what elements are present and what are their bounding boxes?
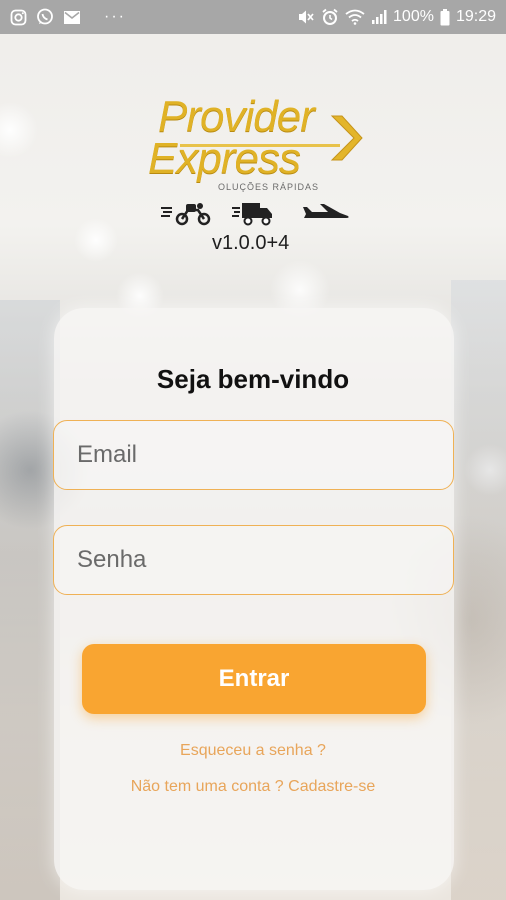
- battery-icon: [440, 8, 450, 26]
- truck-icon: [232, 200, 274, 231]
- forgot-password-link[interactable]: Esqueceu a senha ?: [0, 742, 506, 760]
- logo-chevron-icon: [330, 114, 364, 171]
- email-field[interactable]: [53, 420, 454, 490]
- mail-icon: [63, 10, 81, 25]
- email-input[interactable]: [77, 441, 453, 469]
- status-bar: ··· 100% 19:29: [0, 0, 506, 34]
- signal-icon: [371, 9, 387, 25]
- instagram-icon: [10, 9, 27, 26]
- vehicle-icons: [160, 200, 360, 230]
- clock: 19:29: [455, 8, 496, 25]
- logo-tagline: OLUÇÕES RÁPIDAS: [218, 182, 320, 192]
- battery-percent: 100%: [393, 8, 434, 25]
- password-input[interactable]: [77, 546, 453, 574]
- app-logo: Provider Express OLUÇÕES RÁPIDAS: [140, 92, 370, 202]
- register-link[interactable]: Não tem uma conta ? Cadastre-se: [0, 778, 506, 796]
- whatsapp-icon: [36, 8, 54, 26]
- password-field[interactable]: [53, 525, 454, 595]
- alarm-icon: [321, 8, 339, 26]
- more-notifications-indicator: ···: [104, 8, 126, 25]
- airplane-icon: [302, 200, 350, 231]
- mute-icon: [297, 9, 315, 25]
- login-card: [54, 308, 454, 890]
- logo-text-express: Express: [148, 134, 301, 183]
- wifi-icon: [345, 9, 365, 25]
- motorcycle-icon: [160, 200, 214, 231]
- welcome-title: Seja bem-vindo: [156, 364, 350, 394]
- app-version: v1.0.0+4: [212, 232, 290, 254]
- login-button[interactable]: Entrar: [82, 644, 426, 714]
